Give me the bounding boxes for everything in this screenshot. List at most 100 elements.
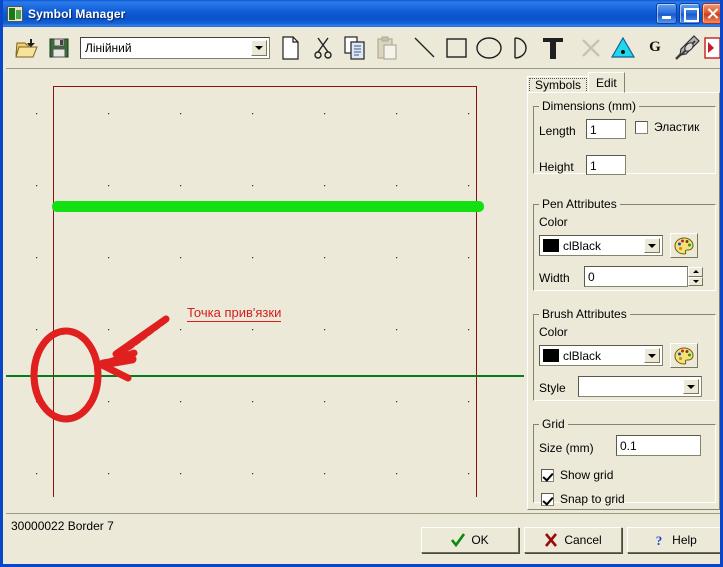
- new-icon[interactable]: [276, 31, 306, 65]
- question-icon: ?: [652, 533, 666, 548]
- maximize-button[interactable]: [679, 3, 700, 24]
- elastic-label: Эластик: [654, 120, 700, 134]
- pen-width-increment[interactable]: [688, 267, 703, 277]
- tab-edit[interactable]: Edit: [588, 72, 625, 93]
- canvas-bottom-gap: [6, 497, 523, 513]
- selected-line-object[interactable]: [52, 201, 484, 212]
- brush-color-value: clBlack: [563, 348, 602, 363]
- edit-symbol-icon[interactable]: [704, 31, 720, 65]
- height-input[interactable]: 1: [586, 155, 626, 175]
- copy-icon[interactable]: [340, 31, 370, 65]
- grid-size-value: 0.1: [620, 439, 637, 453]
- brush-style-label: Style: [539, 381, 566, 395]
- brush-color-select[interactable]: clBlack: [539, 345, 663, 366]
- pen-width-value: 0: [588, 270, 595, 284]
- anchor-point-annotation: Точка прив'язки: [187, 305, 282, 322]
- cut-icon[interactable]: [308, 31, 338, 65]
- tab-edit-label: Edit: [596, 75, 617, 90]
- brush-color-swatch: [543, 349, 559, 362]
- delete-icon: [576, 31, 606, 65]
- open-icon[interactable]: [12, 31, 42, 65]
- app-icon: [7, 5, 23, 22]
- brush-legend: Brush Attributes: [542, 307, 627, 321]
- elastic-checkbox[interactable]: [635, 120, 648, 134]
- check-icon: [451, 533, 466, 548]
- symbol-select[interactable]: Лінійний: [80, 36, 270, 59]
- pen-width-stepper[interactable]: [688, 267, 703, 286]
- panel-tabs: Symbols Edit: [527, 72, 720, 93]
- grid-legend: Grid: [542, 417, 565, 431]
- help-button-label: Help: [672, 533, 697, 547]
- brush-color-label: Color: [539, 325, 568, 339]
- length-value: 1: [590, 122, 597, 137]
- grid-group: Grid: [533, 417, 716, 503]
- pen-legend: Pen Attributes: [542, 197, 617, 211]
- minimize-button[interactable]: [656, 3, 677, 24]
- origin-axis-line: [6, 375, 524, 377]
- window-title: Symbol Manager: [28, 6, 126, 21]
- pen-width-input[interactable]: 0: [584, 266, 688, 287]
- close-icon: [544, 533, 558, 547]
- ok-button-label: OK: [471, 533, 489, 547]
- grid-size-label: Size (mm): [539, 441, 594, 455]
- status-bar: 30000022 Border 7 OK Cancel ? Help: [6, 513, 720, 561]
- snap-to-grid-label: Snap to grid: [560, 492, 625, 506]
- pen-color-swatch: [543, 239, 559, 252]
- length-label: Length: [539, 124, 576, 138]
- palette-icon: [674, 236, 694, 255]
- show-grid-row[interactable]: Show grid: [541, 468, 613, 482]
- save-icon[interactable]: [44, 31, 74, 65]
- pen-color-select[interactable]: clBlack: [539, 235, 663, 256]
- symbol-select-value: Лінійний: [85, 40, 132, 55]
- pen-palette-button[interactable]: [670, 233, 698, 258]
- drawing-canvas-area[interactable]: Точка прив'язки: [6, 69, 524, 513]
- elastic-checkbox-row[interactable]: Эластик: [635, 120, 699, 134]
- pen-width-label: Width: [539, 271, 570, 285]
- title-bar: Symbol Manager: [3, 0, 720, 27]
- focus-rectangle: [529, 78, 588, 93]
- symbol-manager-window: Symbol Manager Лінійний G Точка прив'язк…: [0, 0, 723, 567]
- pen-color-value: clBlack: [563, 238, 602, 253]
- pen-color-label: Color: [539, 215, 568, 229]
- brush-style-select[interactable]: [578, 376, 702, 397]
- brush-style-chevron-down-icon[interactable]: [683, 379, 699, 394]
- height-label: Height: [539, 160, 574, 174]
- paste-icon[interactable]: [372, 31, 402, 65]
- properties-panel: Symbols Edit Dimensions (mm) Length 1 Эл…: [524, 69, 720, 513]
- height-value: 1: [590, 158, 597, 173]
- chevron-down-icon[interactable]: [251, 39, 267, 56]
- ok-button[interactable]: OK: [421, 527, 519, 553]
- dimensions-legend: Dimensions (mm): [542, 99, 637, 113]
- palette-icon: [674, 346, 694, 365]
- canvas-grid[interactable]: Точка прив'язки: [6, 69, 524, 513]
- arc-tool-icon[interactable]: [506, 31, 536, 65]
- tab-symbols[interactable]: Symbols: [527, 76, 590, 93]
- grid-size-input[interactable]: 0.1: [616, 435, 701, 456]
- pen-color-chevron-down-icon[interactable]: [644, 238, 660, 253]
- snap-to-grid-row[interactable]: Snap to grid: [541, 492, 625, 506]
- snap-to-grid-checkbox[interactable]: [541, 492, 554, 506]
- line-tool-icon[interactable]: [410, 31, 440, 65]
- close-button[interactable]: [702, 3, 720, 24]
- cancel-button[interactable]: Cancel: [524, 527, 622, 553]
- show-grid-checkbox[interactable]: [541, 468, 554, 482]
- brush-color-chevron-down-icon[interactable]: [644, 348, 660, 363]
- group-icon-label: G: [649, 39, 661, 55]
- window-controls: [656, 3, 720, 24]
- help-button[interactable]: ? Help: [627, 527, 720, 553]
- panel-body: Dimensions (mm) Length 1 Эластик Height …: [527, 92, 720, 510]
- length-input[interactable]: 1: [586, 119, 626, 139]
- show-grid-label: Show grid: [560, 468, 614, 482]
- brush-palette-button[interactable]: [670, 343, 698, 368]
- pen-width-decrement[interactable]: [688, 276, 703, 286]
- text-tool-icon[interactable]: [538, 31, 568, 65]
- cancel-button-label: Cancel: [564, 533, 602, 547]
- triangle-icon[interactable]: [608, 31, 638, 65]
- symbol-border-rectangle[interactable]: [53, 86, 477, 502]
- group-icon[interactable]: G: [640, 31, 670, 65]
- ellipse-tool-icon[interactable]: [474, 31, 504, 65]
- rectangle-tool-icon[interactable]: [442, 31, 472, 65]
- pen-tool-icon[interactable]: [672, 31, 702, 65]
- toolbar: Лінійний G: [6, 27, 720, 69]
- svg-text:?: ?: [656, 533, 663, 547]
